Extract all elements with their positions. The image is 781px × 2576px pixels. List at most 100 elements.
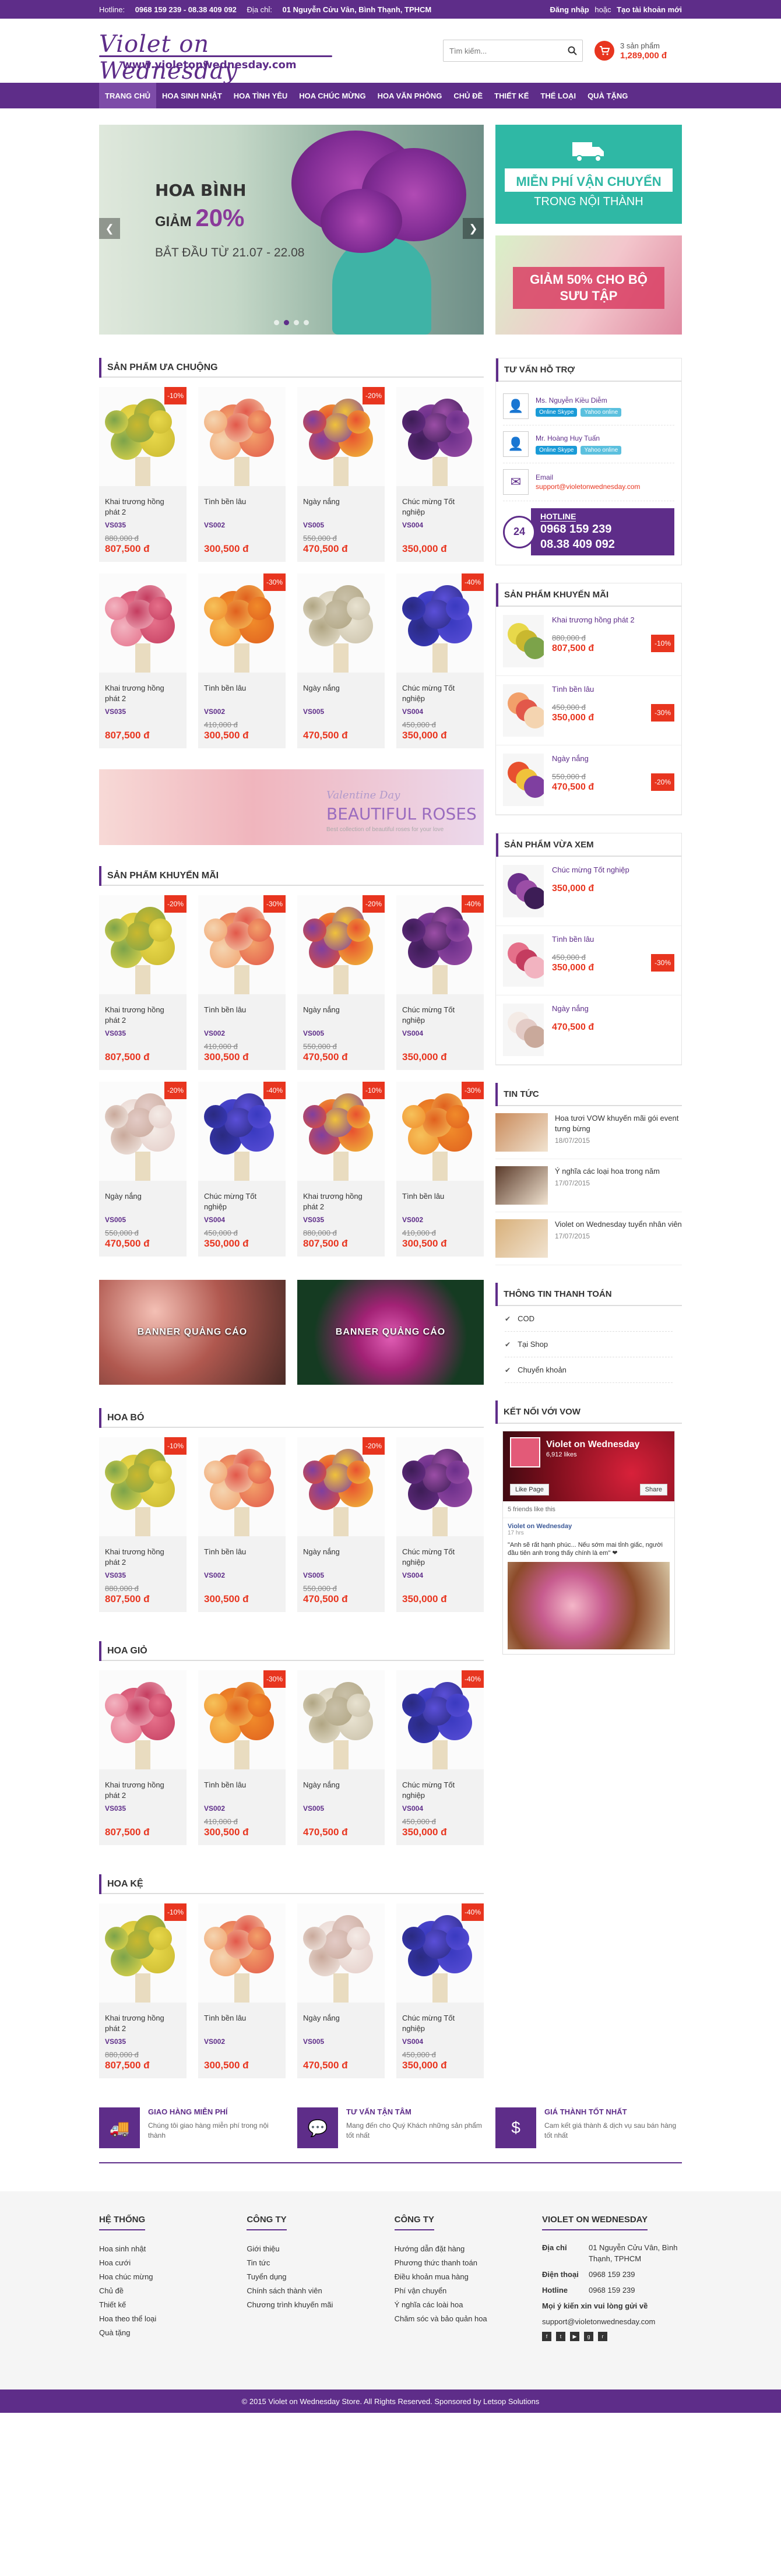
nav-item[interactable]: TRANG CHỦ (99, 83, 156, 108)
sidebar-product[interactable]: Ngày nắng 470,500 đ (496, 995, 681, 1065)
product-card[interactable]: -40% Chúc mừng Tốt nghiệp VS004 350,000 đ (396, 895, 484, 1070)
footer-link[interactable]: Hoa cưới (99, 2256, 233, 2270)
facebook-post-author[interactable]: Violet on Wednesday (508, 1523, 670, 1530)
product-name[interactable]: Ngày nắng (297, 994, 385, 1026)
footer-email[interactable]: support@violetonwednesday.com (542, 2316, 682, 2327)
product-image[interactable]: -20% (99, 1082, 187, 1181)
product-name[interactable]: Chúc mừng Tốt nghiệp (396, 2003, 484, 2034)
nav-item[interactable]: THIẾT KẾ (488, 83, 534, 108)
footer-link[interactable]: Quà tặng (99, 2326, 233, 2340)
product-card[interactable]: Tình bền lâu VS002 300,500 đ (198, 387, 286, 562)
footer-link[interactable]: Phương thức thanh toán (395, 2256, 529, 2270)
skype-badge[interactable]: Online Skype (536, 407, 578, 417)
product-name[interactable]: Chúc mừng Tốt nghiệp (198, 1181, 286, 1212)
footer-link[interactable]: Tin tức (247, 2256, 381, 2270)
product-image[interactable]: -10% (297, 1082, 385, 1181)
news-item[interactable]: Ý nghĩa các loại hoa trong năm 17/07/2015 (495, 1159, 682, 1212)
nav-item[interactable]: CHỦ ĐỀ (448, 83, 488, 108)
product-image[interactable]: -10% (99, 387, 187, 486)
product-card[interactable]: -10% Khai trương hồng phát 2 VS035 880,000 … (99, 1437, 187, 1612)
product-card[interactable]: Chúc mừng Tốt nghiệp VS004 350,000 đ (396, 387, 484, 562)
footer-link[interactable]: Hướng dẫn đặt hàng (395, 2242, 529, 2256)
ad-banner-2[interactable]: BANNER QUẢNG CÁO (297, 1280, 484, 1385)
footer-link[interactable]: Hoa sinh nhật (99, 2242, 233, 2256)
product-name[interactable]: Khai trương hồng phát 2 (99, 486, 187, 518)
sidebar-product-image[interactable] (503, 1004, 544, 1056)
register-link[interactable]: Tạo tài khoản mới (617, 5, 682, 14)
product-name[interactable]: Ngày nắng (297, 1536, 385, 1568)
product-name[interactable]: Khai trương hồng phát 2 (99, 673, 187, 704)
product-card[interactable]: Tình bền lâu VS002 300,500 đ (198, 1903, 286, 2078)
product-card[interactable]: Khai trương hồng phát 2 VS035 807,500 đ (99, 1670, 187, 1845)
product-name[interactable]: Khai trương hồng phát 2 (99, 1536, 187, 1568)
sidebar-product-image[interactable] (503, 615, 544, 667)
news-thumbnail[interactable] (495, 1113, 548, 1152)
sidebar-product[interactable]: Chúc mừng Tốt nghiệp 350,000 đ (496, 857, 681, 926)
product-name[interactable]: Ngày nắng (297, 1769, 385, 1801)
news-thumbnail[interactable] (495, 1219, 548, 1258)
footer-link[interactable]: Thiết kế (99, 2298, 233, 2312)
sidebar-product-image[interactable] (503, 684, 544, 737)
product-name[interactable]: Tình bền lâu (198, 486, 286, 518)
rss-icon[interactable]: r (597, 2332, 607, 2341)
product-image[interactable]: -10% (99, 1437, 187, 1536)
product-image[interactable]: -40% (396, 1670, 484, 1769)
product-name[interactable]: Ngày nắng (99, 1181, 187, 1212)
product-name[interactable]: Chúc mừng Tốt nghiệp (396, 673, 484, 704)
footer-link[interactable]: Chủ đề (99, 2284, 233, 2298)
sidebar-product[interactable]: Tình bền lâu 450,000 đ 350,000 đ -30% (496, 676, 681, 745)
search-button[interactable] (562, 40, 582, 61)
product-image[interactable] (297, 573, 385, 673)
login-link[interactable]: Đăng nhập (550, 5, 589, 14)
product-image[interactable]: -10% (99, 1903, 187, 2003)
twitter-icon[interactable]: t (555, 2332, 565, 2341)
footer-link[interactable]: Chính sách thành viên (247, 2284, 381, 2298)
product-name[interactable]: Khai trương hồng phát 2 (99, 2003, 187, 2034)
footer-link[interactable]: Tuyển dụng (247, 2270, 381, 2284)
hotline-number-1[interactable]: 0968 159 239 (540, 522, 665, 537)
product-card[interactable]: -40% Chúc mừng Tốt nghiệp VS004 450,000 đ 35… (198, 1082, 286, 1257)
product-card[interactable]: -10% Khai trương hồng phát 2 VS035 880,000 … (99, 387, 187, 562)
product-card[interactable]: -40% Chúc mừng Tốt nghiệp VS004 450,000 đ 35… (396, 1903, 484, 2078)
news-item-title[interactable]: Ý nghĩa các loại hoa trong năm (555, 1166, 660, 1177)
news-item-title[interactable]: Hoa tươi VOW khuyến mãi gói event tưng b… (555, 1113, 682, 1134)
product-card[interactable]: -40% Chúc mừng Tốt nghiệp VS004 450,000 đ 35… (396, 573, 484, 748)
slider-prev-button[interactable]: ❮ (99, 218, 120, 239)
footer-link[interactable]: Chương trình khuyến mãi (247, 2298, 381, 2312)
product-name[interactable]: Chúc mừng Tốt nghiệp (396, 1536, 484, 1568)
product-card[interactable]: -30% Tình bền lâu VS002 410,000 đ 300,500 đ (396, 1082, 484, 1257)
sidebar-product-name[interactable]: Tình bền lâu (552, 684, 674, 695)
footer-link[interactable]: Chăm sóc và bảo quản hoa (395, 2312, 529, 2326)
skype-badge[interactable]: Online Skype (536, 445, 578, 455)
product-image[interactable] (198, 387, 286, 486)
product-card[interactable]: -10% Khai trương hồng phát 2 VS035 880,000 … (297, 1082, 385, 1257)
sidebar-product-image[interactable] (503, 934, 544, 987)
product-card[interactable]: Khai trương hồng phát 2 VS035 807,500 đ (99, 573, 187, 748)
news-item[interactable]: Violet on Wednesday tuyển nhân viên 17/07… (495, 1212, 682, 1265)
footer-link[interactable]: Ý nghĩa các loài hoa (395, 2298, 529, 2312)
product-name[interactable]: Ngày nắng (297, 486, 385, 518)
product-name[interactable]: Chúc mừng Tốt nghiệp (396, 994, 484, 1026)
product-card[interactable]: -30% Tình bền lâu VS002 410,000 đ 300,500 đ (198, 895, 286, 1070)
nav-item[interactable]: HOA SINH NHẬT (156, 83, 228, 108)
sidebar-product[interactable]: Khai trương hồng phát 2 880,000 đ 807,500 … (496, 607, 681, 676)
product-image[interactable] (396, 387, 484, 486)
facebook-page-name[interactable]: Violet on Wednesday (546, 1440, 639, 1450)
sidebar-product-name[interactable]: Khai trương hồng phát 2 (552, 615, 674, 625)
site-logo[interactable]: Violet on Wednesday www.violetonwednesda… (99, 27, 344, 85)
product-card[interactable]: -30% Tình bền lâu VS002 410,000 đ 300,500 đ (198, 1670, 286, 1845)
product-card[interactable]: Ngày nắng VS005 470,500 đ (297, 1903, 385, 2078)
product-image[interactable]: -20% (297, 1437, 385, 1536)
footer-link[interactable]: Điều khoản mua hàng (395, 2270, 529, 2284)
news-item[interactable]: Hoa tươi VOW khuyến mãi gói event tưng b… (495, 1106, 682, 1159)
sidebar-product[interactable]: Ngày nắng 550,000 đ 470,500 đ -20% (496, 745, 681, 815)
sidebar-product-name[interactable]: Tình bền lâu (552, 934, 674, 945)
product-card[interactable]: Ngày nắng VS005 470,500 đ (297, 573, 385, 748)
product-image[interactable]: -40% (396, 895, 484, 994)
facebook-icon[interactable]: f (541, 2332, 551, 2341)
collection-sale-banner[interactable]: GIẢM 50% CHO BỘ SƯU TẬP (495, 235, 682, 335)
sidebar-product-name[interactable]: Ngày nắng (552, 754, 674, 764)
hotline-number-2[interactable]: 08.38 409 092 (540, 537, 665, 552)
product-image[interactable]: -30% (198, 1670, 286, 1769)
product-name[interactable]: Chúc mừng Tốt nghiệp (396, 486, 484, 518)
